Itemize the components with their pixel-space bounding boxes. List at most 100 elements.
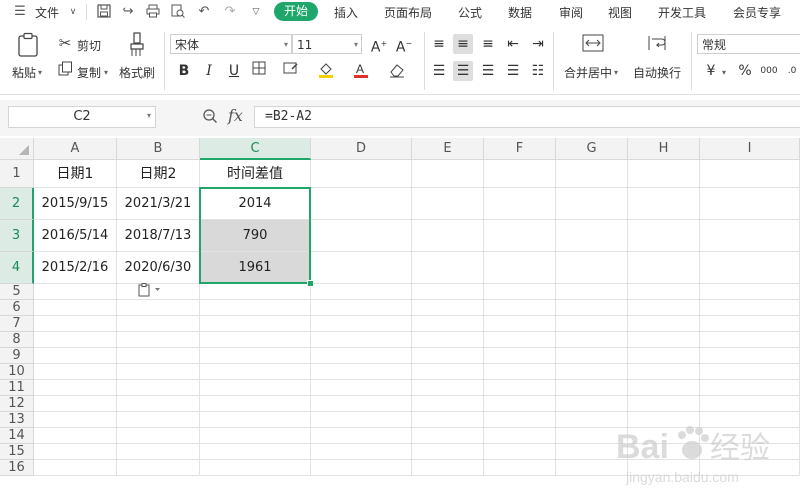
decimal-increase-icon[interactable]: .0 [782, 61, 800, 81]
cell-i1[interactable] [700, 160, 800, 188]
cell-b2[interactable]: 2021/3/21 [117, 188, 200, 220]
cell-c1[interactable]: 时间差值 [200, 160, 311, 188]
cell-c3[interactable]: 790 [200, 220, 311, 252]
wrap-text-button[interactable]: 自动换行 [633, 64, 681, 81]
print-icon[interactable] [145, 4, 161, 20]
file-menu[interactable]: 文件 [35, 4, 59, 21]
cell-d10[interactable] [311, 364, 412, 380]
name-box[interactable]: C2 [8, 106, 156, 128]
column-header-c[interactable]: C [200, 138, 311, 160]
chevron-down-icon[interactable]: ▾ [147, 111, 151, 120]
cell-c2[interactable]: 2014 [200, 188, 311, 220]
row-header-16[interactable]: 16 [0, 460, 34, 476]
distributed-align-icon[interactable]: ☷ [528, 61, 548, 81]
cell-g9[interactable] [556, 348, 628, 364]
cell-a1[interactable]: 日期1 [34, 160, 117, 188]
cell-f15[interactable] [484, 444, 556, 460]
cell-c16[interactable] [200, 460, 311, 476]
cell-d5[interactable] [311, 284, 412, 300]
cell-b11[interactable] [117, 380, 200, 396]
column-header-i[interactable]: I [700, 138, 800, 160]
cell-b10[interactable] [117, 364, 200, 380]
cell-a2[interactable]: 2015/9/15 [34, 188, 117, 220]
print-preview-icon[interactable] [170, 4, 186, 20]
cell-c5[interactable] [200, 284, 311, 300]
column-header-h[interactable]: H [628, 138, 700, 160]
font-size-combo[interactable]: 11 ▾ [292, 34, 362, 54]
cell-c4[interactable]: 1961 [200, 252, 311, 284]
paste-icon[interactable] [16, 32, 40, 58]
cell-f12[interactable] [484, 396, 556, 412]
row-header-4[interactable]: 4 [0, 252, 34, 284]
redo-icon[interactable]: ↷ [222, 4, 238, 20]
cell-e15[interactable] [412, 444, 484, 460]
cell-f8[interactable] [484, 332, 556, 348]
decrease-indent-icon[interactable]: ⇤ [503, 34, 523, 54]
cell-i11[interactable] [700, 380, 800, 396]
cell-e13[interactable] [412, 412, 484, 428]
cell-d14[interactable] [311, 428, 412, 444]
cell-f5[interactable] [484, 284, 556, 300]
cell-b3[interactable]: 2018/7/13 [117, 220, 200, 252]
undo-icon[interactable]: ↶ [196, 4, 212, 20]
cell-d4[interactable] [311, 252, 412, 284]
cell-a14[interactable] [34, 428, 117, 444]
hamburger-menu-icon[interactable]: ☰ [12, 4, 28, 20]
cell-b13[interactable] [117, 412, 200, 428]
cell-e9[interactable] [412, 348, 484, 364]
cell-e10[interactable] [412, 364, 484, 380]
cell-d15[interactable] [311, 444, 412, 460]
row-header-1[interactable]: 1 [0, 160, 34, 188]
cell-h9[interactable] [628, 348, 700, 364]
cell-i3[interactable] [700, 220, 800, 252]
row-header-13[interactable]: 13 [0, 412, 34, 428]
cell-c11[interactable] [200, 380, 311, 396]
row-header-8[interactable]: 8 [0, 332, 34, 348]
cell-h5[interactable] [628, 284, 700, 300]
chevron-down-icon[interactable]: ▾ [104, 68, 108, 77]
cell-e3[interactable] [412, 220, 484, 252]
cell-i5[interactable] [700, 284, 800, 300]
tab-review[interactable]: 审阅 [559, 4, 583, 21]
tab-developer[interactable]: 开发工具 [658, 4, 706, 21]
fill-handle[interactable] [307, 280, 314, 287]
cell-b6[interactable] [117, 300, 200, 316]
cell-d3[interactable] [311, 220, 412, 252]
cell-style-icon[interactable] [281, 61, 301, 81]
cell-g1[interactable] [556, 160, 628, 188]
clear-format-icon[interactable] [387, 61, 407, 81]
cut-button[interactable]: 剪切 [77, 37, 101, 54]
cell-a16[interactable] [34, 460, 117, 476]
decrease-font-icon[interactable]: A− [394, 34, 414, 56]
align-bottom-icon[interactable]: ≡ [478, 34, 498, 54]
cell-h11[interactable] [628, 380, 700, 396]
cell-f4[interactable] [484, 252, 556, 284]
thousands-button[interactable]: 000 [759, 61, 779, 81]
cell-g6[interactable] [556, 300, 628, 316]
save-icon[interactable] [96, 4, 112, 20]
increase-indent-icon[interactable]: ⇥ [528, 34, 548, 54]
cell-e7[interactable] [412, 316, 484, 332]
cell-i10[interactable] [700, 364, 800, 380]
cell-h3[interactable] [628, 220, 700, 252]
cell-d12[interactable] [311, 396, 412, 412]
cell-c13[interactable] [200, 412, 311, 428]
cell-e14[interactable] [412, 428, 484, 444]
customize-toolbar-icon[interactable]: ▽ [248, 4, 264, 20]
border-icon[interactable] [249, 61, 269, 81]
cell-a3[interactable]: 2016/5/14 [34, 220, 117, 252]
cell-f7[interactable] [484, 316, 556, 332]
cell-d7[interactable] [311, 316, 412, 332]
row-header-14[interactable]: 14 [0, 428, 34, 444]
cell-i9[interactable] [700, 348, 800, 364]
cell-d13[interactable] [311, 412, 412, 428]
cell-g4[interactable] [556, 252, 628, 284]
row-header-5[interactable]: 5 [0, 284, 34, 300]
cell-b7[interactable] [117, 316, 200, 332]
cell-e2[interactable] [412, 188, 484, 220]
merge-center-button[interactable]: 合并居中 [564, 64, 612, 81]
cell-f13[interactable] [484, 412, 556, 428]
align-center-icon[interactable]: ☰ [453, 61, 473, 81]
tab-insert[interactable]: 插入 [334, 4, 358, 21]
zoom-search-icon[interactable] [202, 108, 220, 126]
